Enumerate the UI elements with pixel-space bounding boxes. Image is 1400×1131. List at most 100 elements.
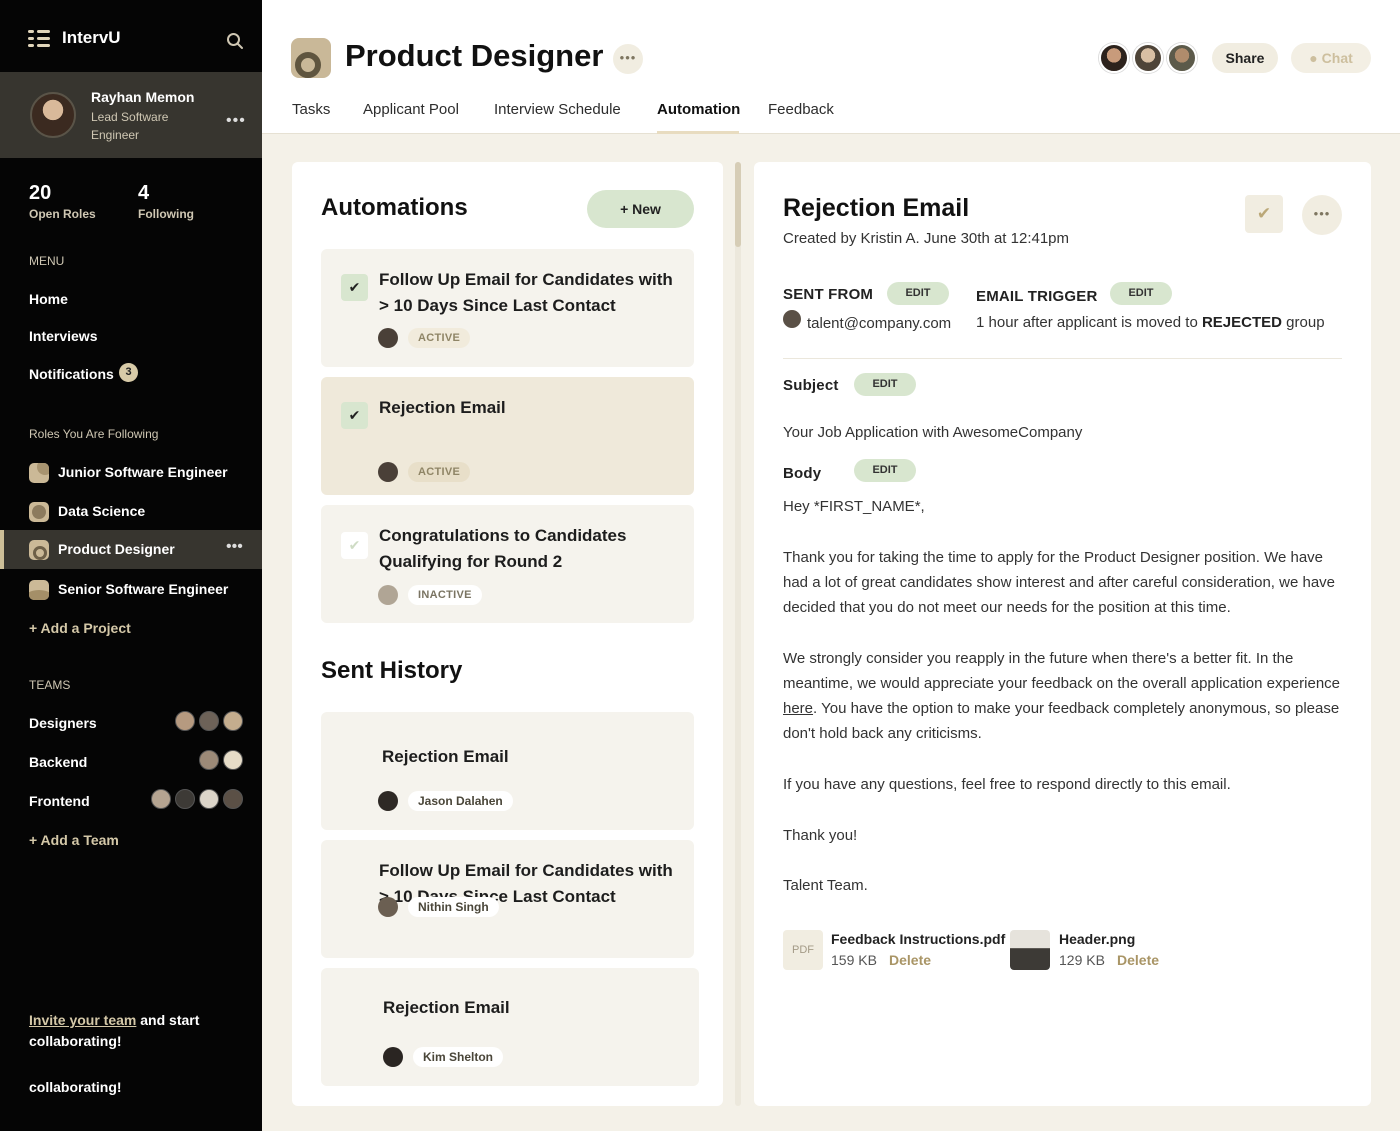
- avatar: [378, 462, 398, 482]
- page-header: Product Designer ••• Share ● Chat Tasks A…: [262, 0, 1400, 134]
- more-icon[interactable]: •••: [226, 538, 243, 556]
- project-icon: [29, 580, 49, 600]
- brand[interactable]: IntervU: [28, 28, 121, 48]
- tab-applicant-pool[interactable]: Applicant Pool: [363, 101, 459, 118]
- avatar: [223, 750, 243, 770]
- add-project-link[interactable]: + Add a Project: [29, 620, 131, 636]
- delete-attachment-button[interactable]: Delete: [1117, 952, 1159, 968]
- edit-body-button[interactable]: EDIT: [854, 459, 916, 482]
- scrollbar-thumb[interactable]: [735, 162, 741, 247]
- check-icon[interactable]: ✔: [341, 274, 368, 301]
- checklist-logo-icon: [28, 28, 50, 48]
- check-icon[interactable]: ✔: [341, 532, 368, 559]
- profile-card[interactable]: Rayhan Memon Lead Software Engineer •••: [0, 72, 262, 158]
- history-card[interactable]: Rejection Email Kim Shelton: [321, 968, 699, 1086]
- edit-sent-from-button[interactable]: EDIT: [887, 282, 949, 305]
- project-icon: [29, 502, 49, 522]
- role-item-data-science[interactable]: Data Science: [0, 492, 262, 531]
- role-label: Product Designer: [58, 541, 175, 557]
- edit-trigger-button[interactable]: EDIT: [1110, 282, 1172, 305]
- person-badge: Nithin Singh: [408, 897, 499, 917]
- avatar: [199, 789, 219, 809]
- body-paragraph: Thank you for taking the time to apply f…: [783, 549, 1336, 616]
- app-name: IntervU: [62, 28, 121, 47]
- share-button[interactable]: Share: [1212, 43, 1278, 73]
- delete-attachment-button[interactable]: Delete: [889, 952, 931, 968]
- image-thumbnail[interactable]: [1010, 930, 1050, 970]
- check-icon[interactable]: ✔: [1245, 195, 1283, 233]
- invite-team-link[interactable]: Invite your team: [29, 1012, 136, 1028]
- menu-item-home[interactable]: Home: [29, 291, 68, 307]
- add-team-link[interactable]: + Add a Team: [29, 832, 119, 848]
- body-paragraph: We strongly consider you reapply in the …: [783, 650, 1340, 742]
- more-icon[interactable]: •••: [226, 112, 246, 130]
- feedback-link[interactable]: here: [783, 700, 813, 717]
- avatar: [383, 1047, 403, 1067]
- avatar: [223, 711, 243, 731]
- chat-label: Chat: [1321, 50, 1353, 66]
- body-paragraph: If you have any questions, feel free to …: [783, 776, 1231, 793]
- edit-subject-button[interactable]: EDIT: [854, 373, 916, 396]
- team-designers[interactable]: Designers: [0, 709, 262, 737]
- attachment-name[interactable]: Feedback Instructions.pdf: [831, 931, 1005, 947]
- project-icon: [29, 463, 49, 483]
- project-icon: [29, 540, 49, 560]
- email-trigger-label: EMAIL TRIGGER: [976, 288, 1098, 305]
- avatar: [378, 328, 398, 348]
- avatar: [175, 789, 195, 809]
- scrollbar-track[interactable]: [735, 162, 741, 1106]
- profile-name: Rayhan Memon: [91, 89, 195, 105]
- role-label: Junior Software Engineer: [58, 464, 228, 480]
- person-badge: Jason Dalahen: [408, 791, 513, 811]
- tab-interview-schedule[interactable]: Interview Schedule: [494, 101, 621, 118]
- automation-title: Follow Up Email for Candidates with > 10…: [379, 270, 673, 315]
- automation-card[interactable]: ✔ Rejection Email ACTIVE: [321, 377, 694, 495]
- team-frontend[interactable]: Frontend: [0, 787, 262, 815]
- teams-heading: TEAMS: [29, 678, 71, 692]
- tab-automation[interactable]: Automation: [657, 101, 740, 118]
- search-icon[interactable]: [226, 32, 244, 50]
- automations-panel: Automations + New ✔ Follow Up Email for …: [292, 162, 723, 1106]
- menu-item-notifications[interactable]: Notifications: [29, 366, 114, 382]
- avatar: [378, 791, 398, 811]
- tab-tasks[interactable]: Tasks: [292, 101, 330, 118]
- subject-value: Your Job Application with AwesomeCompany: [783, 424, 1083, 441]
- attachment-name[interactable]: Header.png: [1059, 931, 1135, 947]
- more-icon[interactable]: •••: [613, 44, 643, 74]
- avatar[interactable]: [1133, 43, 1163, 73]
- history-card[interactable]: Rejection Email Jason Dalahen: [321, 712, 694, 830]
- following-count: 4: [138, 182, 150, 204]
- avatar: [783, 310, 801, 328]
- history-title: Rejection Email: [382, 747, 509, 766]
- automation-detail-panel: Rejection Email Created by Kristin A. Ju…: [754, 162, 1371, 1106]
- pdf-file-icon[interactable]: PDF: [783, 930, 823, 970]
- role-item-senior-software-engineer[interactable]: Senior Software Engineer: [0, 570, 262, 609]
- body-signature: Talent Team.: [783, 877, 868, 894]
- open-roles-count: 20: [29, 182, 52, 204]
- automation-card[interactable]: ✔ Follow Up Email for Candidates with > …: [321, 249, 694, 367]
- chat-button[interactable]: ● Chat: [1291, 43, 1371, 73]
- avatar[interactable]: [1099, 43, 1129, 73]
- new-automation-button[interactable]: + New: [587, 190, 694, 228]
- chat-icon: ●: [1309, 50, 1318, 66]
- active-tab-indicator: [657, 131, 739, 134]
- roles-heading: Roles You Are Following: [29, 427, 159, 441]
- subject-label: Subject: [783, 377, 839, 394]
- detail-meta: Created by Kristin A. June 30th at 12:41…: [783, 230, 1070, 247]
- avatar[interactable]: [1167, 43, 1197, 73]
- role-item-junior-software-engineer[interactable]: Junior Software Engineer: [0, 453, 262, 492]
- tab-feedback[interactable]: Feedback: [768, 101, 834, 118]
- collaborator-avatars[interactable]: [1099, 43, 1197, 73]
- history-card[interactable]: Follow Up Email for Candidates with > 10…: [321, 840, 694, 958]
- divider: [783, 358, 1342, 359]
- team-label: Backend: [29, 754, 88, 770]
- automation-title: Rejection Email: [379, 398, 506, 417]
- automation-card[interactable]: ✔ Congratulations to Candidates Qualifyi…: [321, 505, 694, 623]
- automation-title: Congratulations to Candidates Qualifying…: [379, 526, 627, 571]
- menu-item-interviews[interactable]: Interviews: [29, 328, 97, 344]
- more-icon[interactable]: •••: [1302, 195, 1342, 235]
- role-item-product-designer[interactable]: Product Designer •••: [0, 530, 262, 569]
- check-icon[interactable]: ✔: [341, 402, 368, 429]
- team-backend[interactable]: Backend: [0, 748, 262, 776]
- history-title: Rejection Email: [383, 998, 510, 1017]
